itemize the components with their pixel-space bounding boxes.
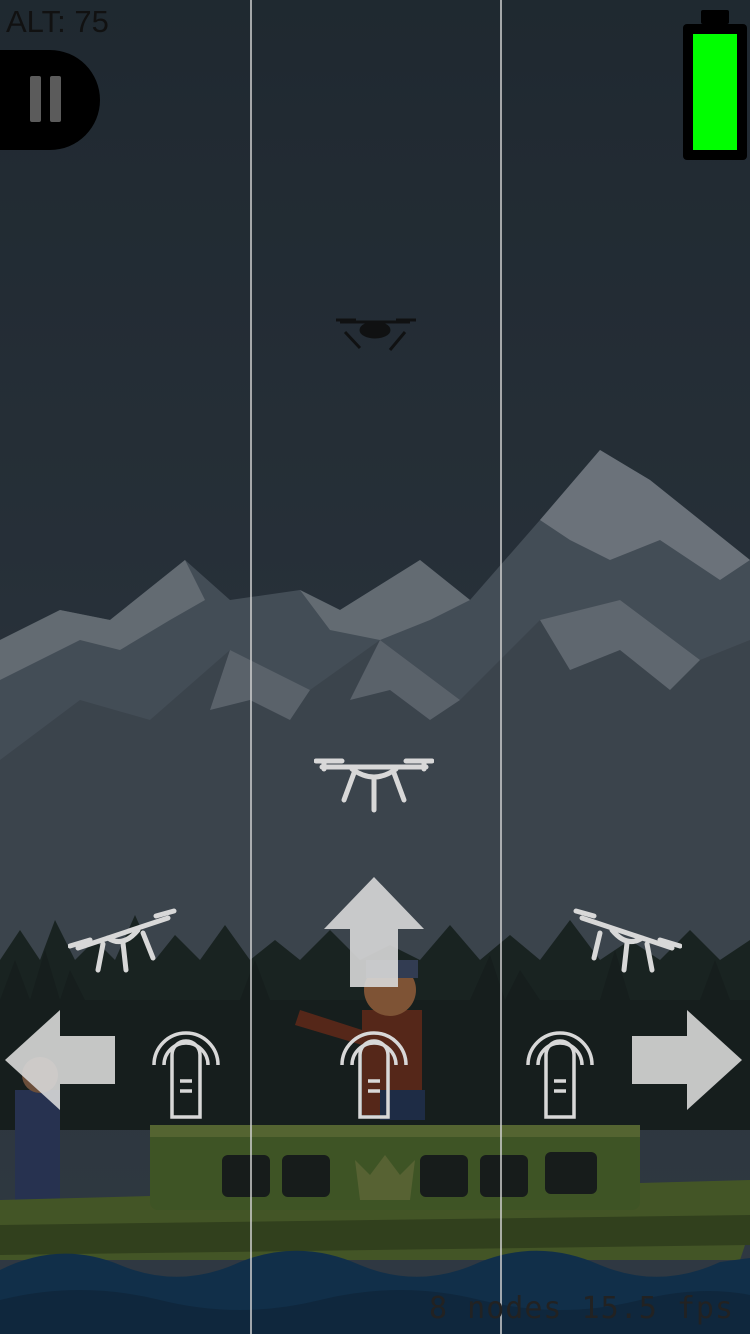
left-control-zone[interactable] xyxy=(0,0,250,1334)
tap-finger-icon xyxy=(526,1031,594,1119)
tap-finger-icon xyxy=(152,1031,220,1119)
drone-tilt-left-icon xyxy=(68,908,177,973)
drone-level-icon xyxy=(314,758,434,813)
right-control-zone[interactable] xyxy=(502,0,750,1334)
arrow-right-icon xyxy=(632,1010,742,1110)
arrow-up-icon xyxy=(324,877,424,987)
drone-tilt-right-icon xyxy=(573,908,682,973)
center-control-zone[interactable] xyxy=(252,0,500,1334)
arrow-left-icon xyxy=(5,1010,115,1110)
tap-finger-icon xyxy=(340,1031,408,1119)
